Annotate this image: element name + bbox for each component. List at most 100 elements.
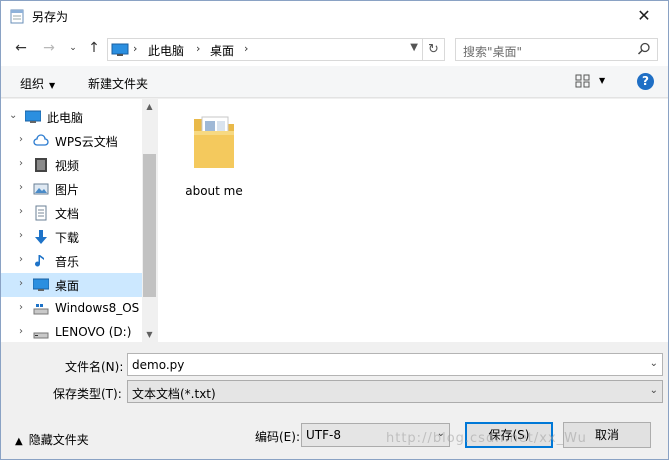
folder-label: about me: [185, 184, 243, 198]
navigation-pane: ⌄ 此电脑 › WPS云文档 › 视频 › 图片 › 文档 › 下载 › 音乐 …: [1, 99, 157, 342]
nav-item-videos[interactable]: › 视频: [1, 153, 142, 177]
chevron-right-icon[interactable]: ›: [19, 230, 23, 241]
nav-item-lenovo-d[interactable]: › LENOVO (D:): [1, 321, 142, 342]
chevron-right-icon[interactable]: ›: [19, 278, 23, 289]
nav-item-label: 图片: [55, 183, 80, 197]
command-bar: 组织 ▼ 新建文件夹 ▼ ?: [1, 66, 668, 98]
chevron-down-icon[interactable]: ⌄: [650, 358, 658, 369]
nav-item-music[interactable]: › 音乐: [1, 249, 142, 273]
up-button[interactable]: ↑: [84, 38, 104, 58]
chevron-right-icon[interactable]: ›: [19, 182, 23, 193]
search-box[interactable]: 搜索"桌面": [455, 38, 658, 61]
chevron-right-icon[interactable]: ›: [19, 158, 23, 169]
help-icon[interactable]: ?: [637, 73, 654, 90]
chevron-right-icon: ›: [244, 42, 249, 55]
nav-item-label: 视频: [55, 159, 80, 173]
folder-icon: [194, 116, 234, 168]
caret-down-icon: ▼: [49, 81, 56, 90]
nav-item-desktop[interactable]: › 桌面: [1, 273, 142, 297]
chevron-right-icon: ›: [196, 42, 201, 55]
chevron-down-icon[interactable]: ⌄: [650, 385, 658, 396]
search-icon: [637, 42, 650, 55]
save-as-dialog: 另存为 ✕ ← → ⌄ ↑ › 此电脑 › 桌面 › ▼ ↻ 搜索"桌面" 组织…: [0, 0, 669, 460]
navigation-scrollbar[interactable]: ▲ ▼: [142, 99, 157, 342]
computer-icon: [25, 110, 41, 123]
encoding-select[interactable]: UTF-8 ⌄: [301, 423, 450, 447]
chevron-right-icon[interactable]: ›: [19, 326, 23, 337]
organize-label: 组织: [20, 77, 45, 91]
nav-item-label: 下载: [55, 231, 80, 245]
encoding-value: UTF-8: [306, 428, 341, 442]
nav-item-this-pc[interactable]: ⌄ 此电脑: [1, 105, 142, 129]
desktop-icon: [33, 278, 49, 291]
view-options-icon[interactable]: [575, 74, 591, 88]
scroll-down-icon[interactable]: ▼: [142, 327, 157, 342]
nav-item-label: WPS云文档: [55, 135, 118, 149]
documents-icon: [35, 205, 47, 221]
scroll-up-icon[interactable]: ▲: [142, 99, 157, 114]
video-icon: [35, 158, 47, 172]
nav-item-label: 文档: [55, 207, 80, 221]
nav-item-label: 桌面: [55, 279, 80, 293]
file-list[interactable]: about me: [158, 99, 668, 342]
chevron-right-icon[interactable]: ›: [19, 254, 23, 265]
filename-input[interactable]: demo.py: [132, 358, 184, 372]
breadcrumb-pc[interactable]: 此电脑: [148, 42, 184, 59]
breadcrumb-desktop[interactable]: 桌面: [210, 42, 234, 59]
new-folder-button[interactable]: 新建文件夹: [88, 75, 148, 92]
close-button[interactable]: ✕: [634, 6, 654, 26]
filetype-select[interactable]: 文本文档(*.txt) ⌄: [127, 380, 663, 403]
forward-button[interactable]: →: [39, 38, 59, 58]
chevron-down-icon[interactable]: ⌄: [9, 110, 17, 121]
filename-field[interactable]: demo.py ⌄: [127, 353, 663, 376]
nav-item-windows8-os[interactable]: › Windows8_OS: [1, 297, 142, 321]
nav-item-documents[interactable]: › 文档: [1, 201, 142, 225]
title-bar: 另存为 ✕: [1, 1, 668, 32]
save-button[interactable]: 保存(S): [465, 422, 553, 448]
chevron-right-icon[interactable]: ›: [19, 302, 23, 313]
refresh-icon: ↻: [428, 42, 439, 57]
filename-label: 文件名(N):: [65, 360, 124, 374]
chevron-down-icon: ⌄: [69, 43, 77, 53]
back-button[interactable]: ←: [11, 38, 31, 58]
arrow-left-icon: ←: [15, 40, 27, 56]
notepad-icon: [10, 9, 24, 24]
scroll-thumb[interactable]: [143, 154, 156, 297]
nav-item-wps-cloud[interactable]: › WPS云文档: [1, 129, 142, 153]
navigation-bar: ← → ⌄ ↑ › 此电脑 › 桌面 › ▼ ↻ 搜索"桌面": [1, 32, 668, 66]
arrow-right-icon: →: [43, 40, 55, 56]
chevron-right-icon: ›: [133, 42, 138, 55]
chevron-down-icon[interactable]: ⌄: [437, 428, 445, 439]
filetype-label: 保存类型(T):: [53, 387, 122, 401]
nav-item-label: 音乐: [55, 255, 80, 269]
filetype-value: 文本文档(*.txt): [132, 387, 216, 401]
cancel-button[interactable]: 取消: [563, 422, 651, 448]
cloud-icon: [33, 134, 49, 146]
nav-item-label: Windows8_OS: [55, 301, 140, 315]
hide-folders-toggle[interactable]: ▲ 隐藏文件夹: [15, 431, 89, 448]
drive-icon: [33, 304, 49, 315]
nav-item-label: 此电脑: [47, 111, 84, 125]
encoding-label: 编码(E):: [255, 430, 300, 444]
arrow-up-icon: ↑: [88, 40, 100, 56]
computer-icon: [111, 43, 129, 56]
drive-icon: [33, 332, 49, 339]
refresh-button[interactable]: ↻: [422, 39, 444, 60]
chevron-down-icon[interactable]: ▼: [410, 42, 418, 53]
window-title: 另存为: [32, 10, 69, 24]
hide-folders-label: 隐藏文件夹: [28, 433, 89, 447]
nav-item-downloads[interactable]: › 下载: [1, 225, 142, 249]
search-input[interactable]: 搜索"桌面": [463, 43, 522, 60]
recent-locations-button[interactable]: ⌄: [63, 38, 83, 58]
download-icon: [35, 230, 47, 244]
music-icon: [35, 255, 44, 267]
nav-item-pictures[interactable]: › 图片: [1, 177, 142, 201]
pictures-icon: [33, 183, 49, 195]
folder-item[interactable]: about me: [176, 107, 252, 198]
chevron-up-icon: ▲: [15, 436, 23, 447]
view-menu-caret-icon[interactable]: ▼: [599, 76, 605, 85]
address-bar[interactable]: › 此电脑 › 桌面 › ▼ ↻: [107, 38, 445, 61]
chevron-right-icon[interactable]: ›: [19, 134, 23, 145]
organize-menu[interactable]: 组织 ▼: [20, 75, 55, 92]
chevron-right-icon[interactable]: ›: [19, 206, 23, 217]
